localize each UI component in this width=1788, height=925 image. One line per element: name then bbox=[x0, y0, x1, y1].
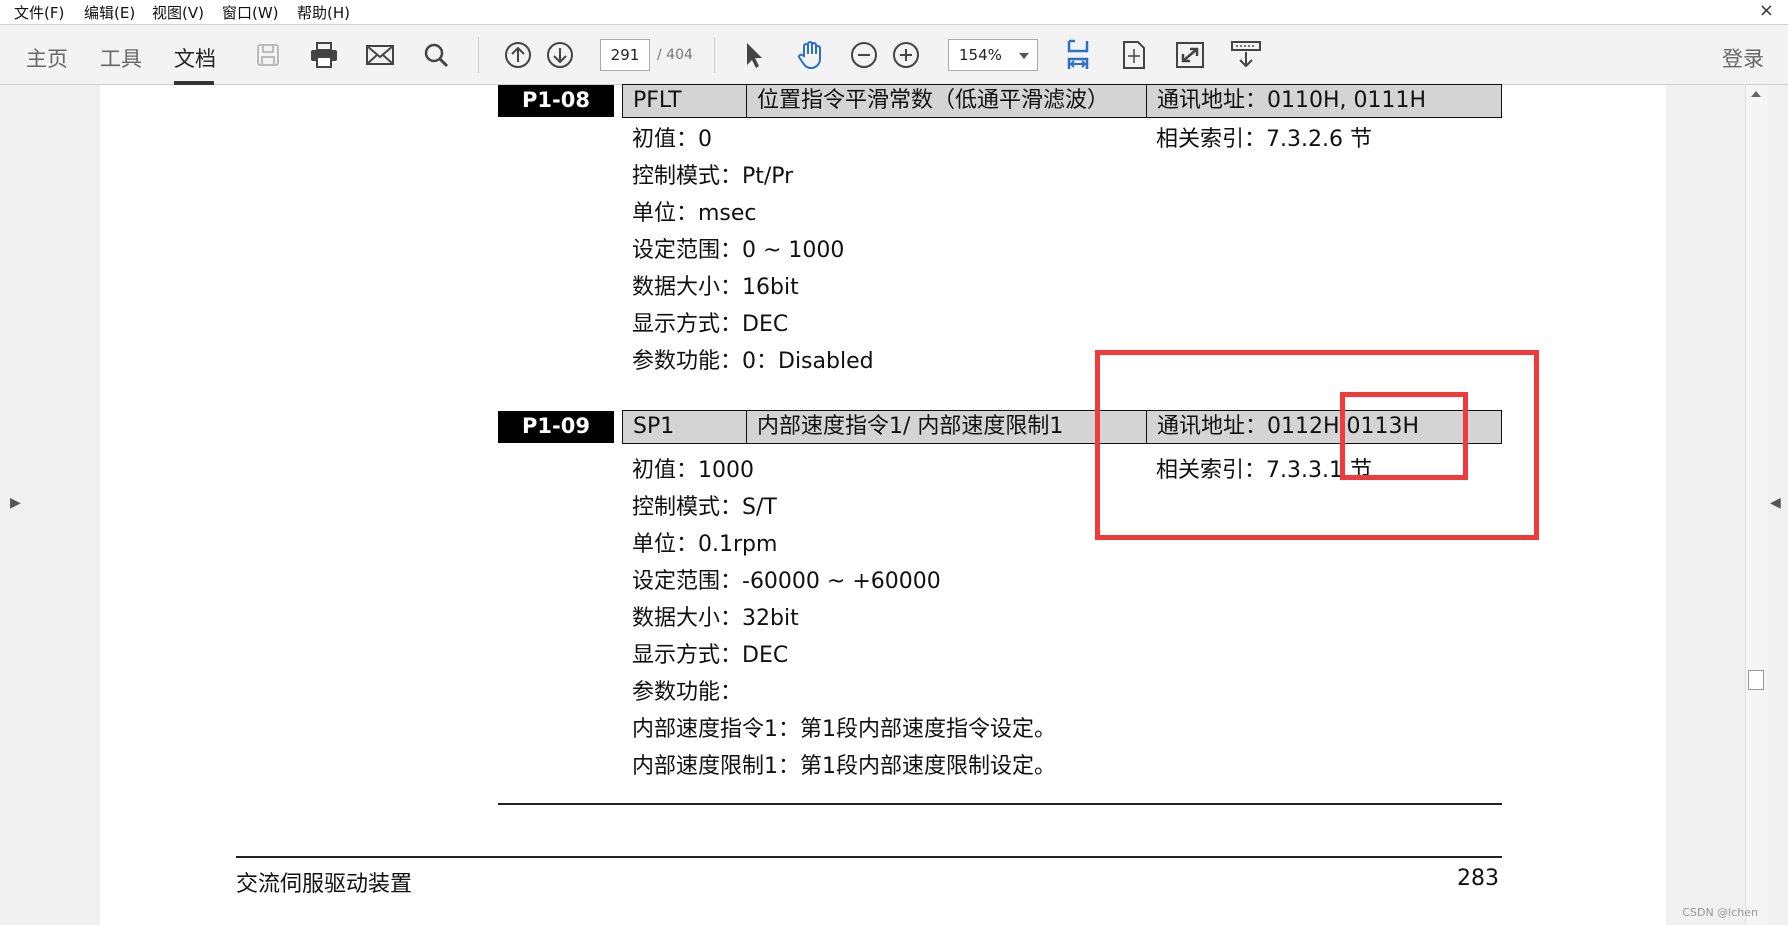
footer-title: 交流伺服驱动装置 bbox=[236, 872, 413, 897]
window-close-button[interactable]: × bbox=[1759, 0, 1774, 21]
param-line: 内部速度指令1：第1段内部速度指令设定。 bbox=[632, 717, 1056, 742]
toolbar: 主页 工具 文档 291 / 404 154% 登录 bbox=[0, 24, 1788, 85]
param-line: 数据大小：32bit bbox=[632, 606, 799, 631]
param-line: 初值：0 bbox=[632, 127, 712, 152]
login-button[interactable]: 登录 bbox=[1722, 43, 1764, 73]
param-line: 参数功能： bbox=[632, 680, 743, 705]
annotation-box-small bbox=[1340, 392, 1468, 480]
menu-edit[interactable]: 编辑(E) bbox=[84, 2, 135, 23]
page-number-input[interactable]: 291 bbox=[600, 39, 650, 71]
scroll-thumb[interactable] bbox=[1748, 670, 1764, 690]
param-line: 控制模式：Pt/Pr bbox=[632, 164, 794, 189]
param-abbr: SP1 bbox=[623, 411, 747, 443]
left-panel-toggle-icon[interactable]: ▶ bbox=[10, 495, 21, 511]
fit-page-icon[interactable] bbox=[1118, 39, 1150, 71]
param-line: 显示方式：DEC bbox=[632, 312, 789, 337]
save-icon[interactable] bbox=[252, 39, 284, 71]
param-line: 显示方式：DEC bbox=[632, 643, 789, 668]
param-line: 设定范围：0 ~ 1000 bbox=[632, 238, 845, 263]
scroll-up-icon[interactable] bbox=[1751, 91, 1761, 97]
tab-tools[interactable]: 工具 bbox=[100, 43, 142, 73]
zoom-out-icon[interactable] bbox=[848, 39, 880, 71]
menu-bar: 文件(F) 编辑(E) 视图(V) 窗口(W) 帮助(H) × bbox=[0, 0, 1788, 24]
param-ref: 相关索引：7.3.2.6 节 bbox=[1156, 127, 1372, 152]
hand-tool-icon[interactable] bbox=[794, 39, 826, 71]
param-line: 单位：msec bbox=[632, 201, 757, 226]
param-line: 控制模式：S/T bbox=[632, 495, 777, 520]
param-id-p1-09: P1-09 bbox=[498, 411, 614, 443]
param-line: 设定范围：-60000 ~ +60000 bbox=[632, 569, 941, 594]
param-name: 内部速度指令1/ 内部速度限制1 bbox=[747, 411, 1147, 443]
param-line: 数据大小：16bit bbox=[632, 275, 799, 300]
next-page-icon[interactable] bbox=[544, 39, 576, 71]
param-address: 通讯地址：0110H, 0111H bbox=[1157, 88, 1427, 113]
select-cursor-icon[interactable] bbox=[738, 39, 770, 71]
param-name: 位置指令平滑常数（低通平滑滤波） bbox=[747, 85, 1147, 117]
fit-width-icon[interactable] bbox=[1062, 39, 1094, 71]
mail-icon[interactable] bbox=[364, 39, 396, 71]
menu-file[interactable]: 文件(F) bbox=[14, 2, 64, 23]
left-panel-strip bbox=[0, 85, 8, 925]
param-line: 参数功能：0：Disabled bbox=[632, 349, 874, 374]
param-line: 内部速度限制1：第1段内部速度限制设定。 bbox=[632, 754, 1056, 779]
zoom-value: 154% bbox=[959, 46, 1002, 64]
chevron-down-icon bbox=[1019, 53, 1029, 59]
tab-document[interactable]: 文档 bbox=[174, 43, 216, 73]
toolbar-separator bbox=[478, 37, 479, 73]
read-mode-icon[interactable] bbox=[1230, 39, 1262, 71]
zoom-in-icon[interactable] bbox=[890, 39, 922, 71]
page-total: / 404 bbox=[657, 47, 693, 63]
watermark: CSDN @lchen bbox=[1682, 906, 1758, 919]
search-icon[interactable] bbox=[420, 39, 452, 71]
right-panel-toggle-icon[interactable]: ◀ bbox=[1770, 495, 1781, 511]
tab-home[interactable]: 主页 bbox=[26, 43, 68, 73]
zoom-select[interactable]: 154% bbox=[948, 39, 1038, 71]
prev-page-icon[interactable] bbox=[502, 39, 534, 71]
param-line: 初值：1000 bbox=[632, 458, 754, 483]
param-header-p1-08: PFLT 位置指令平滑常数（低通平滑滤波） 通讯地址：0110H, 0111H bbox=[622, 84, 1502, 118]
section-divider bbox=[498, 803, 1502, 805]
footer-divider bbox=[236, 856, 1502, 858]
fullscreen-icon[interactable] bbox=[1174, 39, 1206, 71]
menu-help[interactable]: 帮助(H) bbox=[297, 2, 350, 23]
param-line: 单位：0.1rpm bbox=[632, 532, 778, 557]
footer-page-number: 283 bbox=[1457, 866, 1499, 891]
menu-window[interactable]: 窗口(W) bbox=[222, 2, 279, 23]
param-id-p1-08: P1-08 bbox=[498, 85, 614, 117]
vertical-scrollbar[interactable] bbox=[1745, 85, 1768, 925]
toolbar-separator bbox=[714, 37, 715, 73]
menu-view[interactable]: 视图(V) bbox=[152, 2, 204, 23]
param-abbr: PFLT bbox=[623, 85, 747, 117]
print-icon[interactable] bbox=[308, 39, 340, 71]
annotation-box-large bbox=[1095, 350, 1539, 540]
